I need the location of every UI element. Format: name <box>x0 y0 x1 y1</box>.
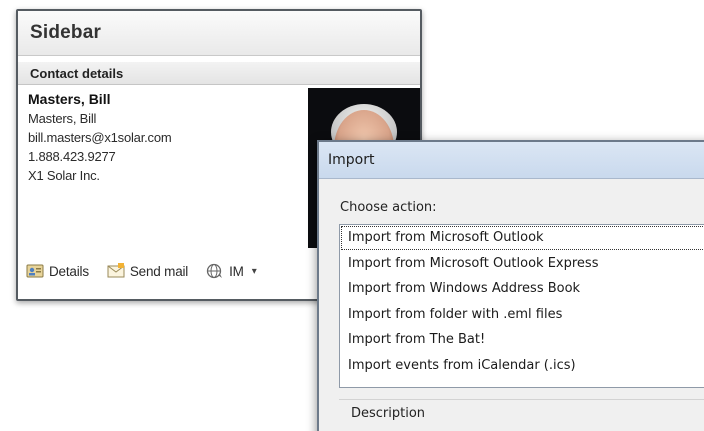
import-option-outlook[interactable]: Import from Microsoft Outlook <box>340 225 704 251</box>
screenshot-stage: Sidebar Contact details Masters, Bill Ma… <box>0 0 704 431</box>
contact-details-label: Contact details <box>30 65 124 81</box>
choose-action-label: Choose action: <box>340 200 437 215</box>
import-option-the-bat[interactable]: Import from The Bat! <box>340 327 704 353</box>
description-divider <box>339 399 704 400</box>
contact-card-icon <box>26 263 44 279</box>
im-dropdown-arrow-icon[interactable]: ▾ <box>252 266 257 277</box>
import-option-outlook-express[interactable]: Import from Microsoft Outlook Express <box>340 251 704 277</box>
send-mail-label: Send mail <box>129 263 189 279</box>
im-button[interactable]: IM <box>206 263 244 279</box>
envelope-icon <box>107 263 125 279</box>
import-action-list[interactable]: Import from Microsoft Outlook Import fro… <box>339 224 704 388</box>
import-dialog-title: Import <box>328 152 375 168</box>
im-label: IM <box>229 263 244 279</box>
import-title-bar[interactable]: Import <box>319 142 704 179</box>
description-label: Description <box>351 406 426 421</box>
details-button[interactable]: Details <box>26 263 89 279</box>
send-mail-button[interactable]: Send mail <box>107 263 188 279</box>
import-option-icalendar[interactable]: Import events from iCalendar (.ics) <box>340 353 704 379</box>
import-option-eml-folder[interactable]: Import from folder with .eml files <box>340 302 704 328</box>
import-option-windows-address-book[interactable]: Import from Windows Address Book <box>340 276 704 302</box>
sidebar-title: Sidebar <box>30 22 102 43</box>
sidebar-title-bar: Sidebar <box>18 11 420 56</box>
contact-action-bar: Details Send mail IM ▾ <box>26 263 257 279</box>
details-label: Details <box>49 263 89 279</box>
contact-details-header[interactable]: Contact details <box>18 61 420 85</box>
chat-globe-icon <box>206 263 224 279</box>
import-dialog: Import Choose action: Import from Micros… <box>317 140 704 431</box>
